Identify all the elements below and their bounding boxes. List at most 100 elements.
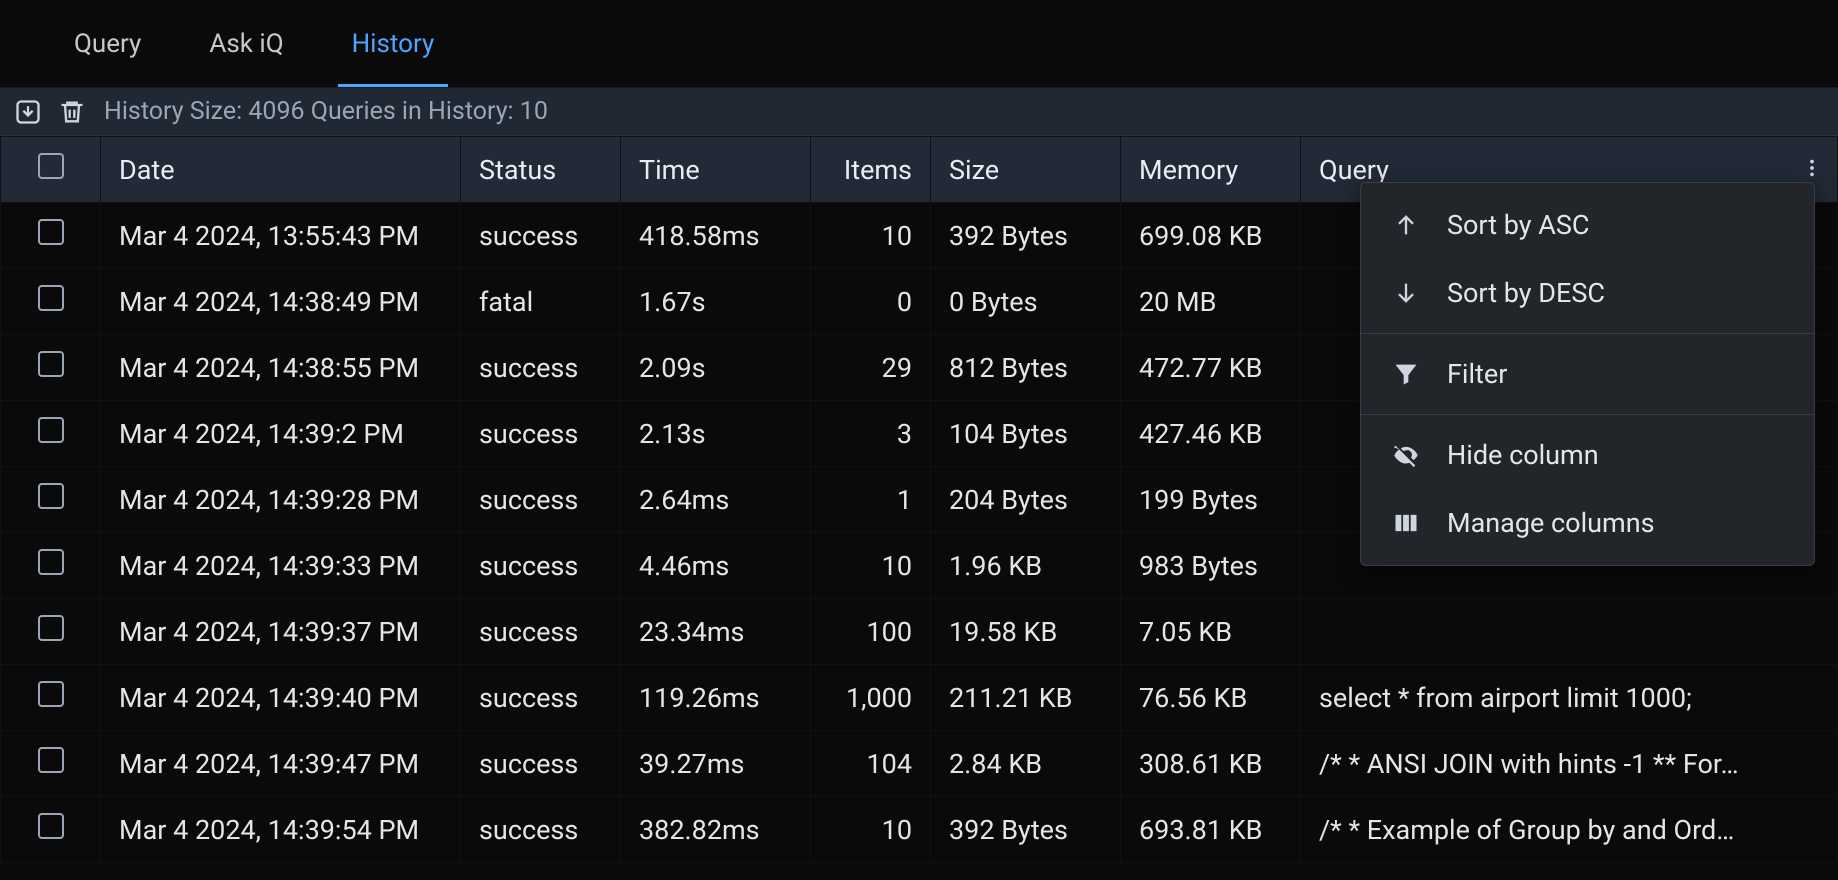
cell-size: 204 Bytes: [931, 467, 1121, 533]
column-menu-button[interactable]: [1801, 154, 1823, 186]
select-all-checkbox[interactable]: [38, 153, 64, 179]
cell-items: 29: [811, 335, 931, 401]
row-checkbox[interactable]: [38, 747, 64, 773]
cell-date: Mar 4 2024, 14:39:40 PM: [101, 665, 461, 731]
menu-item-label: Sort by ASC: [1447, 209, 1589, 241]
cell-status: fatal: [461, 269, 621, 335]
col-header-date[interactable]: Date: [101, 137, 461, 203]
row-select-cell[interactable]: [1, 533, 101, 599]
cell-items: 0: [811, 269, 931, 335]
cell-date: Mar 4 2024, 14:39:37 PM: [101, 599, 461, 665]
cell-status: success: [461, 665, 621, 731]
cell-memory: 7.05 KB: [1121, 599, 1301, 665]
cell-memory: 308.61 KB: [1121, 731, 1301, 797]
row-select-cell[interactable]: [1, 665, 101, 731]
cell-items: 1: [811, 467, 931, 533]
table-row[interactable]: Mar 4 2024, 14:39:37 PMsuccess23.34ms100…: [1, 599, 1838, 665]
table-row[interactable]: Mar 4 2024, 14:39:40 PMsuccess119.26ms1,…: [1, 665, 1838, 731]
tabs: Query Ask iQ History: [0, 0, 1838, 88]
cell-date: Mar 4 2024, 14:39:33 PM: [101, 533, 461, 599]
cell-status: success: [461, 797, 621, 863]
row-checkbox[interactable]: [38, 483, 64, 509]
cell-date: Mar 4 2024, 13:55:43 PM: [101, 203, 461, 269]
row-checkbox[interactable]: [38, 615, 64, 641]
row-checkbox[interactable]: [38, 417, 64, 443]
cell-memory: 693.81 KB: [1121, 797, 1301, 863]
cell-query: [1301, 599, 1838, 665]
select-all-header[interactable]: [1, 137, 101, 203]
tab-ask-iq[interactable]: Ask iQ: [175, 0, 317, 87]
delete-button[interactable]: [54, 94, 90, 130]
cell-memory: 472.77 KB: [1121, 335, 1301, 401]
row-select-cell[interactable]: [1, 797, 101, 863]
cell-memory: 427.46 KB: [1121, 401, 1301, 467]
cell-memory: 983 Bytes: [1121, 533, 1301, 599]
download-button[interactable]: [10, 94, 46, 130]
col-header-query-label: Query: [1319, 154, 1389, 186]
row-select-cell[interactable]: [1, 599, 101, 665]
cell-size: 0 Bytes: [931, 269, 1121, 335]
row-select-cell[interactable]: [1, 467, 101, 533]
filter-icon: [1391, 359, 1421, 389]
cell-memory: 199 Bytes: [1121, 467, 1301, 533]
row-checkbox[interactable]: [38, 351, 64, 377]
cell-items: 100: [811, 599, 931, 665]
cell-items: 3: [811, 401, 931, 467]
row-select-cell[interactable]: [1, 269, 101, 335]
cell-items: 10: [811, 797, 931, 863]
cell-status: success: [461, 599, 621, 665]
menu-item-label: Filter: [1447, 358, 1507, 390]
cell-size: 1.96 KB: [931, 533, 1121, 599]
table-row[interactable]: Mar 4 2024, 14:39:47 PMsuccess39.27ms104…: [1, 731, 1838, 797]
kebab-icon: [1801, 157, 1823, 179]
cell-date: Mar 4 2024, 14:38:49 PM: [101, 269, 461, 335]
row-checkbox[interactable]: [38, 813, 64, 839]
menu-item-hide-column[interactable]: Hide column: [1361, 421, 1814, 489]
table-row[interactable]: Mar 4 2024, 14:39:54 PMsuccess382.82ms10…: [1, 797, 1838, 863]
cell-time: 382.82ms: [621, 797, 811, 863]
row-select-cell[interactable]: [1, 401, 101, 467]
cell-size: 211.21 KB: [931, 665, 1121, 731]
menu-separator: [1361, 333, 1814, 334]
col-header-size[interactable]: Size: [931, 137, 1121, 203]
cell-memory: 20 MB: [1121, 269, 1301, 335]
eye-off-icon: [1391, 440, 1421, 470]
col-header-status[interactable]: Status: [461, 137, 621, 203]
cell-status: success: [461, 467, 621, 533]
cell-query: /* * Example of Group by and Ord…: [1301, 797, 1838, 863]
menu-item-sort-by-desc[interactable]: Sort by DESC: [1361, 259, 1814, 327]
cell-items: 1,000: [811, 665, 931, 731]
trash-icon: [58, 98, 86, 126]
cell-status: success: [461, 203, 621, 269]
row-checkbox[interactable]: [38, 219, 64, 245]
row-checkbox[interactable]: [38, 549, 64, 575]
cell-time: 418.58ms: [621, 203, 811, 269]
row-checkbox[interactable]: [38, 681, 64, 707]
cell-time: 2.09s: [621, 335, 811, 401]
cell-time: 119.26ms: [621, 665, 811, 731]
download-icon: [14, 98, 42, 126]
cell-date: Mar 4 2024, 14:39:54 PM: [101, 797, 461, 863]
menu-item-label: Hide column: [1447, 439, 1599, 471]
menu-item-manage-columns[interactable]: Manage columns: [1361, 489, 1814, 557]
cell-size: 812 Bytes: [931, 335, 1121, 401]
tab-query[interactable]: Query: [40, 0, 175, 87]
col-header-time[interactable]: Time: [621, 137, 811, 203]
row-select-cell[interactable]: [1, 335, 101, 401]
cell-size: 392 Bytes: [931, 203, 1121, 269]
menu-item-label: Sort by DESC: [1447, 277, 1605, 309]
col-header-memory[interactable]: Memory: [1121, 137, 1301, 203]
cell-time: 39.27ms: [621, 731, 811, 797]
tab-history[interactable]: History: [318, 0, 469, 87]
history-toolbar: History Size: 4096 Queries in History: 1…: [0, 88, 1838, 136]
cell-date: Mar 4 2024, 14:38:55 PM: [101, 335, 461, 401]
col-header-items[interactable]: Items: [811, 137, 931, 203]
menu-item-filter[interactable]: Filter: [1361, 340, 1814, 408]
cell-query: select * from airport limit 1000;: [1301, 665, 1838, 731]
cell-memory: 699.08 KB: [1121, 203, 1301, 269]
cell-time: 4.46ms: [621, 533, 811, 599]
menu-item-sort-by-asc[interactable]: Sort by ASC: [1361, 191, 1814, 259]
row-checkbox[interactable]: [38, 285, 64, 311]
row-select-cell[interactable]: [1, 731, 101, 797]
row-select-cell[interactable]: [1, 203, 101, 269]
